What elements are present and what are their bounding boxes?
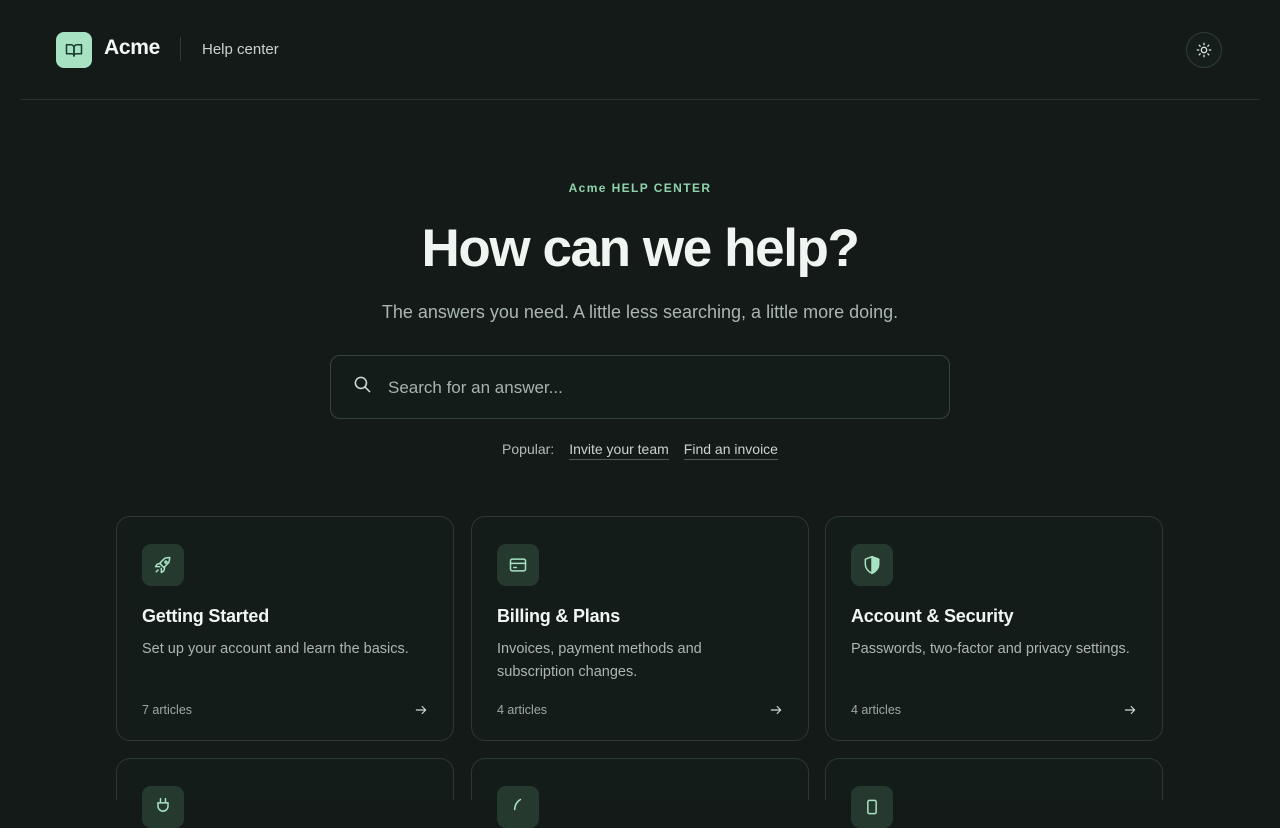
card-icon-container [851,786,893,828]
device-icon [867,799,877,815]
category-card-account-security[interactable]: Account & Security Passwords, two-factor… [825,516,1163,741]
site-header: Acme Help center [20,0,1260,100]
category-card-row2-1[interactable] [116,758,454,828]
arrow-right-icon [415,705,427,715]
card-article-count: 7 articles [142,703,193,717]
shield-icon [864,555,880,575]
card-article-count: 4 articles [851,703,902,717]
card-title: Account & Security [851,606,1014,626]
popular-label: Popular: [502,441,555,457]
card-title: Getting Started [142,606,270,626]
theme-toggle-button[interactable] [1186,32,1222,68]
sun-icon [1196,42,1212,58]
category-card-billing-plans[interactable]: Billing & Plans Invoices, payment method… [471,516,809,741]
card-icon-container [142,544,184,586]
search-icon [354,376,371,393]
plug-icon [157,797,169,812]
category-card-getting-started[interactable]: Getting Started Set up your account and … [116,516,454,741]
hero-eyebrow: Acme HELP CENTER [568,181,712,195]
logo[interactable] [56,32,92,68]
category-card-row2-3[interactable] [825,758,1163,828]
popular-link-find-invoice[interactable]: Find an invoice [683,441,778,460]
arrow-right-icon [1124,705,1136,715]
card-icon-container [142,786,184,828]
popular-link-invite-team[interactable]: Invite your team [569,441,669,460]
card-icon-container [497,786,539,828]
brand-name[interactable]: Acme [104,36,160,60]
card-title: Billing & Plans [497,606,621,626]
card-icon-container [851,544,893,586]
card-article-count: 4 articles [497,703,548,717]
card-description: Passwords, two-factor and privacy settin… [851,641,1130,657]
book-icon [65,44,83,57]
rocket-icon [154,556,171,574]
card-description: Set up your account and learn the basics… [142,641,409,657]
hero-title: How can we help? [421,219,859,278]
category-card-row2-2[interactable] [471,758,809,828]
credit-card-icon [509,558,527,572]
header-divider [180,37,181,61]
popular-searches: Popular: Invite your team Find an invoic… [0,441,1280,460]
phone-icon [513,798,522,811]
hero-subtitle: The answers you need. A little less sear… [381,302,899,322]
arrow-right-icon [770,705,782,715]
card-description: Invoices, payment methods and subscripti… [497,641,702,680]
card-icon-container [497,544,539,586]
search-box[interactable] [330,355,950,419]
help-center-label[interactable]: Help center [202,41,279,58]
search-input[interactable] [386,368,930,408]
